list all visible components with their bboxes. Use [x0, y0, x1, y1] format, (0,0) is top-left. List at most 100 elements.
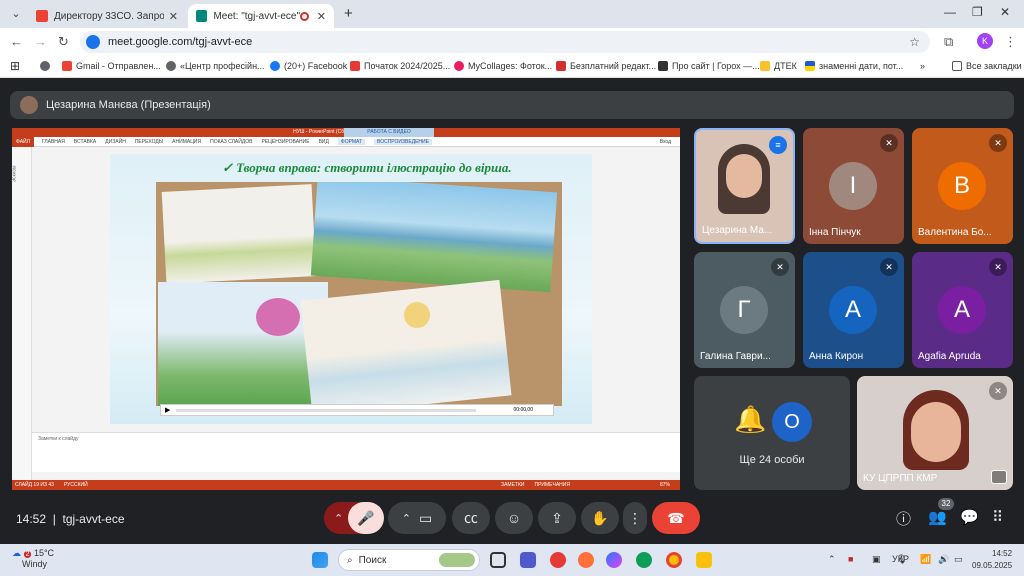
- url-field[interactable]: meet.google.com/tgj-avvt-ece ☆: [80, 31, 930, 53]
- profile-avatar[interactable]: K: [977, 33, 993, 49]
- participant-name: Інна Пінчук: [809, 227, 861, 238]
- taskbar-search[interactable]: ⌕ Поиск: [338, 549, 480, 571]
- leave-call-button[interactable]: ☎: [652, 502, 700, 534]
- self-tile[interactable]: ✕ КУ ЦПРПП КМР: [857, 376, 1013, 490]
- start-icon[interactable]: [312, 552, 328, 568]
- mic-toggle-button[interactable]: 🎤: [348, 502, 384, 534]
- close-icon[interactable]: ✕: [169, 10, 178, 23]
- ppt-tab: ФАЙЛ: [12, 136, 34, 147]
- participant-tile[interactable]: А ✕ Анна Кирон: [803, 252, 904, 368]
- camera-button[interactable]: ⌃ ▭: [388, 502, 446, 534]
- edge-icon[interactable]: [636, 552, 652, 568]
- more-options-button[interactable]: ⋮: [623, 502, 647, 534]
- apps-icon[interactable]: ⊞: [10, 59, 20, 73]
- present-button[interactable]: ⇪: [538, 502, 576, 534]
- bookmark-item[interactable]: Безплатний редакт...: [556, 61, 656, 71]
- clock-date[interactable]: 14:52 09.05.2025: [972, 548, 1012, 572]
- ppt-tab: АНИМАЦИЯ: [172, 138, 202, 145]
- language-indicator[interactable]: УКР: [892, 554, 909, 564]
- all-bookmarks[interactable]: Все закладки: [952, 61, 1022, 71]
- weather-widget[interactable]: ☁ 2 15°C Windy: [12, 548, 54, 569]
- participant-avatar: І: [829, 162, 877, 210]
- participant-avatar: Г: [720, 286, 768, 334]
- editor-icon: [556, 61, 566, 71]
- bookmark-item[interactable]: MyCollages: Фоток...: [454, 61, 552, 71]
- participant-tile-speaker[interactable]: ≡ Цезарина Ма...: [694, 128, 795, 244]
- pip-icon[interactable]: [991, 470, 1007, 484]
- tab-search-button[interactable]: ⌄: [6, 5, 26, 23]
- minimize-icon[interactable]: —: [944, 5, 956, 19]
- bookmark-item[interactable]: Gmail - Отправлен...: [62, 61, 161, 71]
- more-bookmarks-icon[interactable]: »: [920, 61, 925, 71]
- chrome-icon[interactable]: [666, 552, 682, 568]
- teams-icon[interactable]: [520, 552, 536, 568]
- bookmark-item[interactable]: ДТЕК: [760, 61, 797, 71]
- bookmark-item[interactable]: (20+) Facebook: [270, 61, 347, 71]
- play-icon[interactable]: ▶: [165, 406, 170, 414]
- video-controls: ▶ 00:00,00: [160, 404, 554, 416]
- participant-name: Анна Кирон: [809, 351, 864, 362]
- bookmark-item[interactable]: «Центр професійн...: [166, 61, 265, 71]
- firefox-icon[interactable]: [578, 552, 594, 568]
- participant-tile[interactable]: В ✕ Валентина Бо...: [912, 128, 1013, 244]
- mic-off-icon: ✕: [989, 134, 1007, 152]
- url-text: meet.google.com/tgj-avvt-ece: [108, 36, 253, 48]
- ppt-tab: ВОСПРОИЗВЕДЕНИЕ: [374, 138, 432, 145]
- people-icon[interactable]: 👥: [928, 508, 947, 526]
- forward-icon[interactable]: →: [34, 34, 47, 49]
- others-tile[interactable]: 🔔 О Ще 24 особи: [694, 376, 850, 490]
- close-window-icon[interactable]: ✕: [1000, 5, 1010, 19]
- meet-controls: 14:52 | tgj-avvt-ece ⌃ 🎤 ⌃ ▭ ㏄ ☺ ⇪ ✋ ⋮ ☎ …: [0, 498, 1024, 544]
- hopox-icon: [658, 61, 668, 71]
- extensions-icon[interactable]: ⧉: [944, 34, 953, 50]
- meeting-time: 14:52 | tgj-avvt-ece: [16, 512, 125, 526]
- tab-label: Meet: "tgj-avvt-ece": [213, 10, 301, 22]
- close-icon[interactable]: ✕: [317, 10, 326, 23]
- explorer-icon[interactable]: [696, 552, 712, 568]
- bookmark-icon: [350, 61, 360, 71]
- raise-hand-button[interactable]: ✋: [581, 502, 619, 534]
- wifi-icon[interactable]: 📶: [920, 554, 931, 565]
- thumbs-label: Эскизы: [11, 165, 18, 183]
- participant-avatar: В: [938, 162, 986, 210]
- bookmark-item[interactable]: Про сайт | Горох —...: [658, 61, 760, 71]
- participant-tile[interactable]: І ✕ Інна Пінчук: [803, 128, 904, 244]
- self-face: [911, 402, 961, 462]
- task-view-icon[interactable]: [490, 552, 506, 568]
- tray-app-icon[interactable]: ■: [848, 554, 853, 564]
- volume-icon[interactable]: 🔊: [938, 554, 949, 565]
- bookmark-item[interactable]: Початок 2024/2025...: [350, 61, 450, 71]
- reload-icon[interactable]: ↻: [58, 34, 69, 50]
- back-icon[interactable]: ←: [10, 34, 23, 49]
- info-icon[interactable]: ⓘ: [896, 508, 911, 529]
- zoom-level: 87%: [659, 482, 670, 488]
- seek-bar[interactable]: [176, 408, 477, 412]
- menu-icon[interactable]: ⋮: [1004, 34, 1017, 50]
- opera-icon[interactable]: [550, 552, 566, 568]
- speaking-indicator-icon: ≡: [769, 136, 787, 154]
- site-info-icon[interactable]: [86, 35, 100, 49]
- activities-icon[interactable]: ⠿: [992, 508, 1003, 526]
- captions-button[interactable]: ㏄: [452, 502, 490, 534]
- ppt-tab: ГЛАВНАЯ: [41, 138, 65, 145]
- ppt-tab: ПОКАЗ СЛАЙДОВ: [210, 138, 253, 145]
- tray-app-icon[interactable]: ▣: [872, 554, 881, 565]
- chat-icon[interactable]: 💬: [960, 508, 979, 526]
- tray-chevron-icon[interactable]: ⌃: [828, 554, 836, 565]
- bookmark-item[interactable]: знаменні дати, пот...: [805, 61, 903, 71]
- tab-gmail[interactable]: Директору 33СО. Запрошення ✕: [28, 4, 186, 28]
- copilot-icon[interactable]: [606, 552, 622, 568]
- reactions-button[interactable]: ☺: [495, 502, 533, 534]
- bookmark-label: «Центр професійн...: [180, 61, 265, 71]
- presenter-avatar: [20, 96, 38, 114]
- participant-tile[interactable]: Г ✕ Галина Гаври...: [694, 252, 795, 368]
- tab-meet[interactable]: Meet: "tgj-avvt-ece" ✕: [188, 4, 334, 28]
- restore-icon[interactable]: ❐: [972, 5, 983, 19]
- battery-icon[interactable]: ▭: [954, 554, 963, 565]
- bookmark-globe[interactable]: [40, 61, 54, 71]
- new-tab-button[interactable]: +: [344, 5, 353, 22]
- participant-tile[interactable]: A ✕ Agafia Apruda: [912, 252, 1013, 368]
- ppt-tab: ВИД: [318, 138, 329, 145]
- bookmark-star-icon[interactable]: ☆: [909, 35, 920, 49]
- meeting-code: tgj-avvt-ece: [62, 512, 125, 526]
